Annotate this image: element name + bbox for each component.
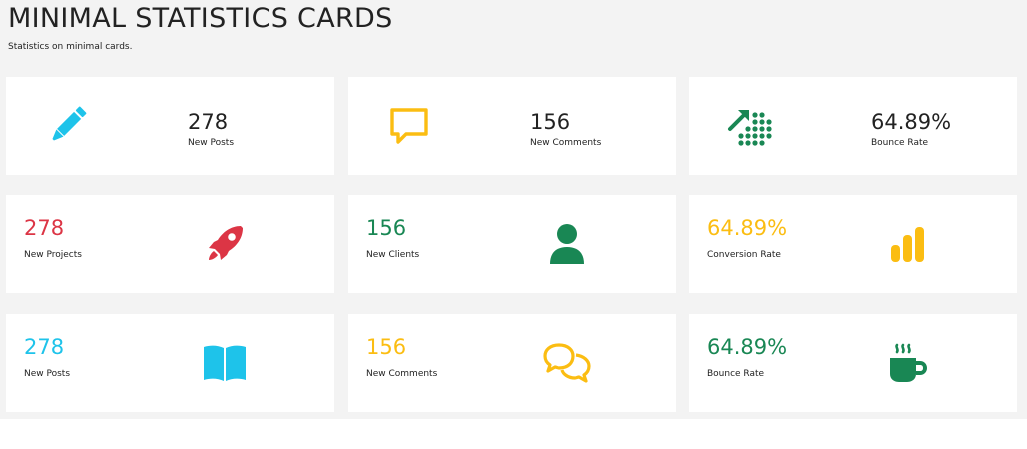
stat-card: 156 New Comments [348, 314, 676, 412]
page-subtitle: Statistics on minimal cards. [8, 42, 133, 52]
stat-card: 156 New Comments [348, 77, 676, 175]
stat-value: 64.89% [707, 335, 788, 359]
stat-value: 156 [366, 335, 407, 359]
stat-value: 64.89% [707, 216, 788, 240]
stat-label: New Comments [366, 369, 438, 379]
stat-label: New Clients [366, 250, 420, 260]
stat-value: 278 [24, 335, 65, 359]
stat-label: Bounce Rate [707, 369, 765, 379]
rocket-icon [200, 219, 250, 269]
stat-label: Conversion Rate [707, 250, 781, 260]
stat-card: 278 New Projects [6, 195, 334, 293]
stat-label: Bounce Rate [871, 138, 929, 148]
user-icon [542, 219, 592, 269]
stat-label: New Projects [24, 250, 82, 260]
chat-bubbles-icon [542, 338, 592, 388]
stat-value: 156 [366, 216, 407, 240]
stat-label: New Posts [24, 369, 71, 379]
speech-bubble-icon [384, 101, 434, 151]
stat-card: 278 New Posts [6, 314, 334, 412]
stat-card: 156 New Clients [348, 195, 676, 293]
trend-up-dots-icon [725, 101, 775, 151]
pencil-icon [42, 101, 92, 151]
stat-value: 278 [24, 216, 65, 240]
stat-value: 278 [188, 110, 229, 134]
book-icon [200, 338, 250, 388]
stat-card: 278 New Posts [6, 77, 334, 175]
stat-value: 64.89% [871, 110, 952, 134]
coffee-cup-icon [883, 338, 933, 388]
stat-card: 64.89% Conversion Rate [689, 195, 1017, 293]
stat-card: 64.89% Bounce Rate [689, 314, 1017, 412]
stat-label: New Comments [530, 138, 602, 148]
stat-card: 64.89% Bounce Rate [689, 77, 1017, 175]
stat-value: 156 [530, 110, 571, 134]
bar-chart-icon [883, 219, 933, 269]
page-title: MINIMAL STATISTICS CARDS [8, 3, 393, 34]
page-container: MINIMAL STATISTICS CARDS Statistics on m… [0, 0, 1027, 419]
stat-label: New Posts [188, 138, 235, 148]
